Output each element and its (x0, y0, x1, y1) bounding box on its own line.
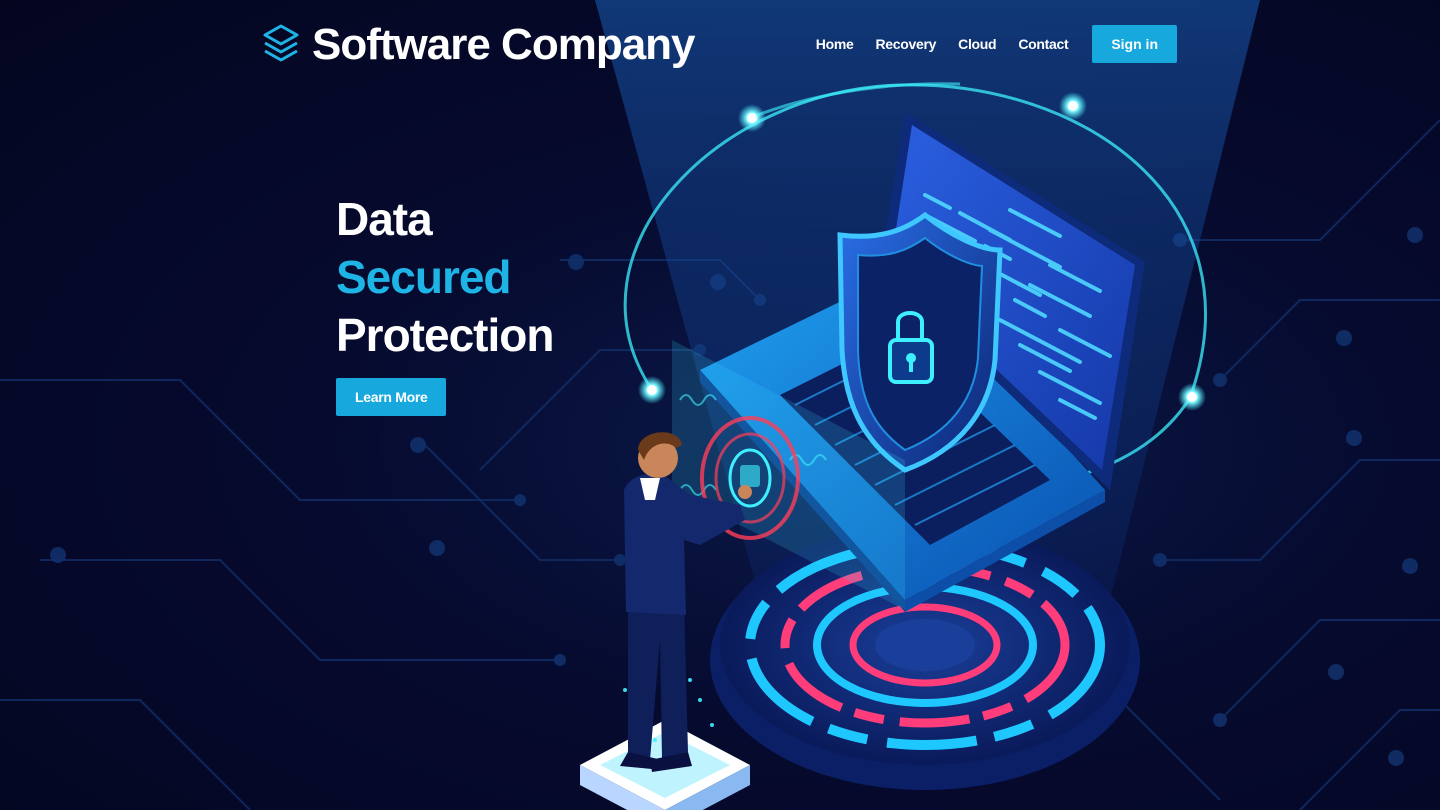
nav-cloud[interactable]: Cloud (958, 36, 996, 52)
landing-page: Software Company Home Recovery Cloud Con… (0, 0, 1440, 810)
site-header: Software Company Home Recovery Cloud Con… (0, 0, 1440, 88)
hero-title-line-1: Data (336, 193, 433, 245)
hero-title-line-3: Protection (336, 309, 554, 361)
hero-title-line-2: Secured (336, 251, 512, 303)
main-nav: Home Recovery Cloud Contact Sign in (816, 25, 1177, 63)
brand-name: Software Company (312, 20, 696, 69)
layers-icon (263, 24, 299, 62)
hero-illustration (0, 0, 1440, 810)
hero-title: Data Secured Protection (336, 190, 554, 364)
nav-home[interactable]: Home (816, 36, 854, 52)
hero-section: Data Secured Protection Learn More (336, 190, 554, 416)
nav-recovery[interactable]: Recovery (876, 36, 937, 52)
nav-contact[interactable]: Contact (1018, 36, 1068, 52)
sign-in-button[interactable]: Sign in (1092, 25, 1177, 63)
learn-more-button[interactable]: Learn More (336, 378, 447, 416)
brand-link[interactable]: Software Company (262, 20, 696, 70)
